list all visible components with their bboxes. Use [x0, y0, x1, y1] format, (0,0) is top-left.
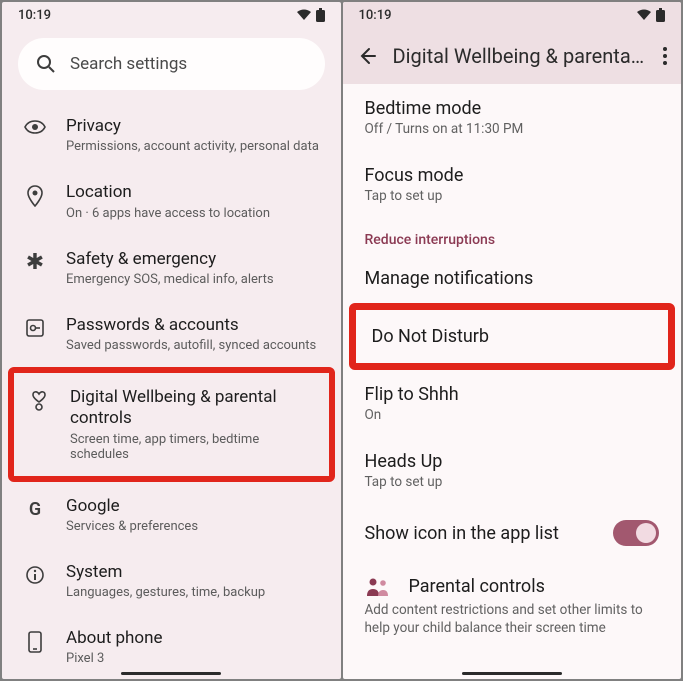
highlight-digital-wellbeing: Digital Wellbeing & parental controls Sc…: [8, 367, 335, 482]
settings-list: Privacy Permissions, account activity, p…: [2, 102, 341, 679]
item-focus-mode[interactable]: Focus mode Tap to set up: [343, 151, 682, 218]
appbar-title: Digital Wellbeing & parental...: [393, 44, 648, 68]
item-title: Do Not Disturb: [372, 326, 653, 347]
wifi-icon: [636, 9, 652, 21]
item-sub: Saved passwords, autofill, synced accoun…: [66, 338, 321, 353]
item-heads-up[interactable]: Heads Up Tap to set up: [343, 437, 682, 504]
family-icon: [365, 577, 391, 597]
key-icon: [24, 315, 46, 338]
item-title: System: [66, 562, 321, 583]
highlight-dnd: Do Not Disturb: [349, 303, 676, 370]
search-settings[interactable]: Search settings: [18, 38, 325, 90]
back-icon[interactable]: [357, 46, 377, 66]
item-sub: Pixel 3: [66, 651, 321, 666]
status-bar: 10:19: [343, 2, 682, 28]
item-manage-notifications[interactable]: Manage notifications: [343, 254, 682, 303]
info-icon: [24, 562, 46, 585]
item-title: Bedtime mode: [365, 98, 660, 119]
parental-title: Parental controls: [409, 576, 545, 597]
settings-item-about[interactable]: About phone Pixel 3: [2, 614, 341, 679]
item-title: Google: [66, 496, 321, 517]
item-title: Flip to Shhh: [365, 384, 660, 405]
settings-item-passwords[interactable]: Passwords & accounts Saved passwords, au…: [2, 301, 341, 367]
more-icon[interactable]: [663, 47, 667, 65]
switch-on[interactable]: [613, 520, 659, 546]
item-do-not-disturb[interactable]: Do Not Disturb: [356, 310, 669, 363]
wellbeing-screen: 10:19 Digital Wellbeing & parental... Be…: [343, 2, 682, 679]
google-icon: G: [24, 496, 46, 520]
item-parental-controls[interactable]: Parental controls: [343, 562, 682, 601]
item-title: Safety & emergency: [66, 249, 321, 270]
toggle-label: Show icon in the app list: [365, 523, 614, 544]
battery-icon: [316, 8, 325, 22]
item-sub: On: [365, 407, 660, 423]
item-title: Manage notifications: [365, 268, 660, 289]
nav-handle[interactable]: [121, 672, 221, 675]
status-bar: 10:19: [2, 2, 341, 28]
nav-handle[interactable]: [462, 672, 562, 675]
item-title: Heads Up: [365, 451, 660, 472]
item-title: Passwords & accounts: [66, 315, 321, 336]
parental-desc: Add content restrictions and set other l…: [343, 601, 682, 649]
wellbeing-list: Bedtime mode Off / Turns on at 11:30 PM …: [343, 84, 682, 679]
item-title: Focus mode: [365, 165, 660, 186]
status-time: 10:19: [359, 8, 392, 23]
item-sub: Permissions, account activity, personal …: [66, 139, 321, 154]
settings-item-safety[interactable]: ✱ Safety & emergency Emergency SOS, medi…: [2, 235, 341, 301]
item-flip-to-shhh[interactable]: Flip to Shhh On: [343, 370, 682, 437]
item-sub: On · 6 apps have access to location: [66, 206, 321, 221]
section-reduce-interruptions: Reduce interruptions: [343, 218, 682, 254]
item-title: Privacy: [66, 116, 321, 137]
search-icon: [36, 54, 56, 74]
item-sub: Emergency SOS, medical info, alerts: [66, 272, 321, 287]
item-bedtime-mode[interactable]: Bedtime mode Off / Turns on at 11:30 PM: [343, 84, 682, 151]
settings-item-google[interactable]: G Google Services & preferences: [2, 482, 341, 548]
eye-icon: [24, 116, 46, 135]
wellbeing-icon: [28, 387, 50, 412]
item-show-icon-toggle[interactable]: Show icon in the app list: [343, 504, 682, 562]
item-sub: Off / Turns on at 11:30 PM: [365, 121, 660, 137]
item-sub: Tap to set up: [365, 188, 660, 204]
search-placeholder: Search settings: [70, 54, 187, 74]
item-title: Location: [66, 182, 321, 203]
battery-icon: [656, 8, 665, 22]
settings-root-screen: 10:19 Search settings Privacy Permission…: [2, 2, 341, 679]
status-time: 10:19: [18, 8, 51, 23]
item-sub: Tap to set up: [365, 474, 660, 490]
settings-item-location[interactable]: Location On · 6 apps have access to loca…: [2, 168, 341, 234]
wifi-icon: [296, 9, 312, 21]
item-sub: Languages, gestures, time, backup: [66, 585, 321, 600]
asterisk-icon: ✱: [24, 249, 46, 274]
item-title: Digital Wellbeing & parental controls: [70, 387, 315, 430]
item-sub: Services & preferences: [66, 519, 321, 534]
settings-item-privacy[interactable]: Privacy Permissions, account activity, p…: [2, 102, 341, 168]
settings-item-system[interactable]: System Languages, gestures, time, backup: [2, 548, 341, 614]
phone-icon: [24, 628, 46, 653]
item-sub: Screen time, app timers, bedtime schedul…: [70, 432, 315, 462]
location-icon: [24, 182, 46, 207]
appbar: 10:19 Digital Wellbeing & parental...: [343, 2, 682, 84]
item-title: About phone: [66, 628, 321, 649]
settings-item-wellbeing[interactable]: Digital Wellbeing & parental controls Sc…: [14, 373, 329, 476]
